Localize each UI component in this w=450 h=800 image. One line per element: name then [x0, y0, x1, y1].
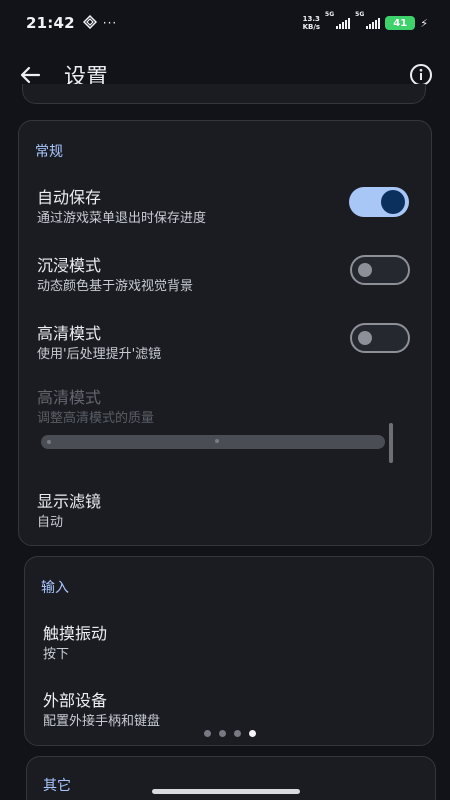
setting-subtitle: 自动 [37, 515, 64, 530]
setting-external-devices[interactable]: 外部设备 配置外接手柄和键盘 [43, 690, 160, 731]
status-right-icons: 13.3 KB/s 5G 5G 41 ⚡ [303, 11, 428, 31]
status-time: 21:42 [26, 14, 75, 32]
section-header-other: 其它 [43, 778, 71, 794]
setting-display-filter[interactable]: 显示滤镜 自动 [37, 491, 101, 532]
setting-subtitle: 使用'后处理提升'滤镜 [37, 347, 162, 362]
status-bar: 21:42 ··· 13.3 KB/s 5G 5G 41 ⚡ [0, 0, 450, 46]
charging-bolt-icon: ⚡ [420, 16, 428, 30]
slider-tick [47, 440, 51, 444]
previous-card-edge [22, 84, 426, 104]
network-type-2: 5G [355, 11, 365, 18]
auto-save-toggle[interactable] [349, 187, 409, 217]
setting-immersive-mode[interactable]: 沉浸模式 动态颜色基于游戏视觉背景 [37, 255, 193, 296]
setting-subtitle: 按下 [43, 647, 70, 662]
immersive-mode-toggle[interactable] [350, 255, 410, 285]
diamond-notification-icon [82, 14, 97, 33]
setting-title: 沉浸模式 [37, 256, 102, 275]
settings-screen: 21:42 ··· 13.3 KB/s 5G 5G 41 ⚡ 设置 常规 自动保… [0, 0, 450, 800]
signal-icon-1 [336, 17, 351, 29]
section-header-general: 常规 [35, 144, 63, 160]
net-speed-value: 13.3 [302, 15, 320, 23]
general-settings-card: 常规 自动保存 通过游戏菜单退出时保存进度 沉浸模式 动态颜色基于游戏视觉背景 … [18, 120, 432, 546]
setting-title: 显示滤镜 [37, 492, 102, 511]
page-dot[interactable] [234, 730, 241, 737]
net-speed-unit: KB/s [302, 23, 321, 31]
setting-subtitle: 调整高清模式的质量 [37, 411, 155, 426]
setting-title: 高清模式 [37, 388, 102, 407]
page-dot-active[interactable] [249, 730, 256, 737]
more-notifications-icon: ··· [102, 16, 118, 30]
signal-icon-2 [366, 17, 381, 29]
setting-hd-quality: 高清模式 调整高清模式的质量 [37, 387, 154, 428]
toggle-knob [358, 331, 372, 345]
setting-subtitle: 动态颜色基于游戏视觉背景 [37, 279, 194, 294]
status-left-icons: ··· [82, 14, 118, 33]
toggle-knob [381, 190, 405, 214]
page-dot[interactable] [204, 730, 211, 737]
setting-title: 外部设备 [43, 691, 108, 710]
setting-subtitle: 配置外接手柄和键盘 [43, 714, 161, 729]
section-header-input: 输入 [41, 580, 69, 596]
input-settings-card: 输入 触摸振动 按下 外部设备 配置外接手柄和键盘 [24, 556, 434, 746]
battery-level: 41 [385, 16, 416, 30]
setting-subtitle: 通过游戏菜单退出时保存进度 [37, 211, 207, 226]
setting-auto-save[interactable]: 自动保存 通过游戏菜单退出时保存进度 [37, 187, 206, 228]
setting-hd-mode[interactable]: 高清模式 使用'后处理提升'滤镜 [37, 323, 161, 364]
page-dot[interactable] [219, 730, 226, 737]
setting-haptic-feedback[interactable]: 触摸振动 按下 [43, 623, 107, 664]
setting-title: 高清模式 [37, 324, 102, 343]
toggle-knob [358, 263, 372, 277]
hd-quality-slider-handle [389, 423, 393, 463]
slider-tick [215, 439, 219, 443]
hd-quality-slider-track [41, 435, 385, 449]
page-indicator [204, 730, 256, 737]
hd-mode-toggle[interactable] [350, 323, 410, 353]
network-type-1: 5G [325, 11, 335, 18]
arrow-left-icon [20, 66, 41, 84]
setting-title: 触摸振动 [43, 624, 108, 643]
net-speed: 13.3 KB/s [303, 15, 320, 31]
home-indicator[interactable] [152, 789, 300, 794]
setting-title: 自动保存 [37, 188, 102, 207]
